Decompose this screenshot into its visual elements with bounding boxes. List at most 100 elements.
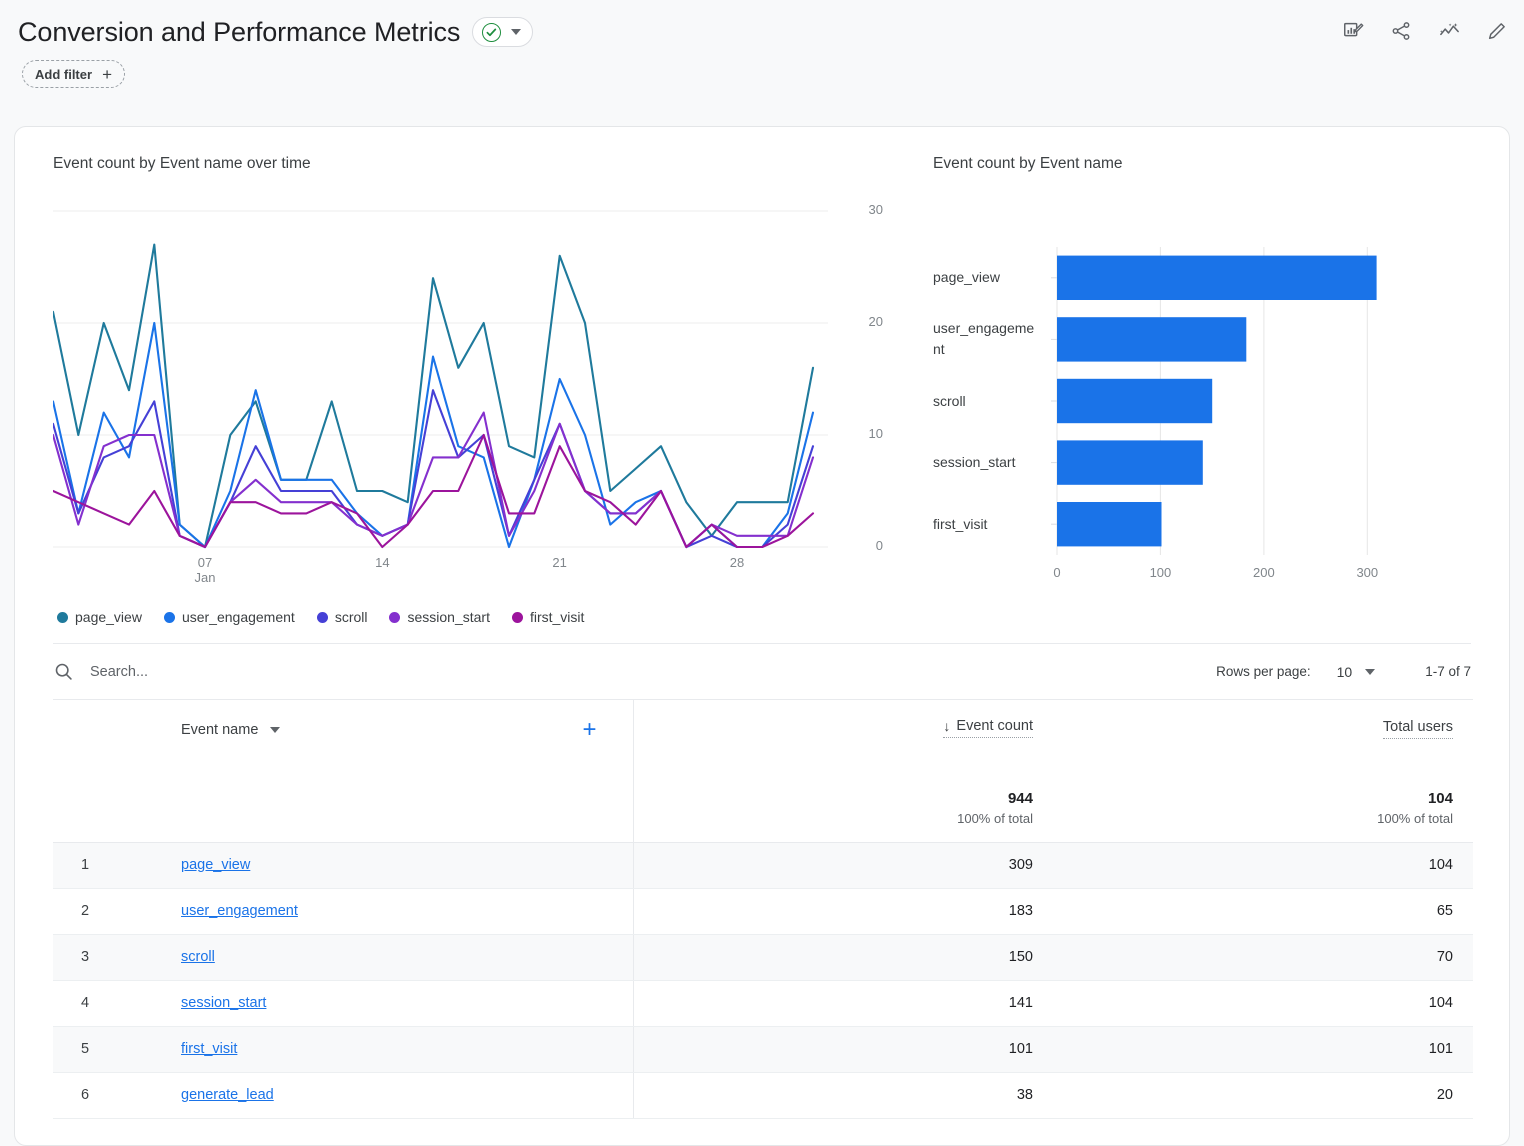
line-chart-svg xyxy=(53,195,883,595)
total-total-users: 104 xyxy=(1053,790,1473,807)
row-index: 3 xyxy=(53,934,181,980)
totals-dimension-cell xyxy=(181,790,633,843)
page-header: Conversion and Performance Metrics Add f… xyxy=(0,0,1524,104)
row-total-users: 104 xyxy=(1053,980,1473,1026)
status-badge[interactable] xyxy=(472,17,533,47)
chevron-down-icon[interactable] xyxy=(511,29,521,35)
header-index-cell xyxy=(53,700,181,790)
header-metric-total-users: Total users xyxy=(1053,700,1473,790)
metric-sort-total-users[interactable]: Total users xyxy=(1383,719,1453,739)
table-row[interactable]: 1page_view309104 xyxy=(53,842,1473,888)
row-total-users: 101 xyxy=(1053,1026,1473,1072)
y-axis-tick-20: 20 xyxy=(849,314,883,329)
add-column-button[interactable]: + xyxy=(582,718,596,742)
table-row[interactable]: 5first_visit101101 xyxy=(53,1026,1473,1072)
legend-item-user_engagement[interactable]: user_engagement xyxy=(164,609,295,625)
y-axis-tick-10: 10 xyxy=(849,426,883,441)
bar-x-tick-100: 100 xyxy=(1140,565,1180,580)
insights-icon[interactable] xyxy=(1436,18,1462,44)
add-filter-button[interactable]: Add filter + xyxy=(22,60,125,88)
legend-color-dot xyxy=(317,612,328,623)
y-axis-tick-0: 0 xyxy=(849,538,883,553)
plus-icon: + xyxy=(102,66,112,83)
bar-x-tick-300: 300 xyxy=(1347,565,1387,580)
table-row[interactable]: 4session_start141104 xyxy=(53,980,1473,1026)
share-icon[interactable] xyxy=(1388,18,1414,44)
x-axis-tick-07: 07Jan xyxy=(185,555,225,585)
row-event-name-cell: generate_lead xyxy=(181,1072,633,1118)
metric-label-total-users: Total users xyxy=(1383,719,1453,735)
event-name-link[interactable]: user_engagement xyxy=(181,903,298,919)
search-box[interactable] xyxy=(53,661,1216,682)
table-row[interactable]: 6generate_lead3820 xyxy=(53,1072,1473,1118)
legend-color-dot xyxy=(512,612,523,623)
dimension-label: Event name xyxy=(181,722,258,738)
metric-sort-event-count[interactable]: ↓ Event count xyxy=(943,718,1033,738)
bar-category-first_visit: first_visit xyxy=(933,514,1055,535)
legend-item-first_visit[interactable]: first_visit xyxy=(512,609,584,625)
legend-color-dot xyxy=(164,612,175,623)
total-event-count-subtext: 100% of total xyxy=(634,807,1054,826)
dimension-selector[interactable]: Event name xyxy=(181,722,280,738)
row-event-name-cell: first_visit xyxy=(181,1026,633,1072)
legend-label: user_engagement xyxy=(182,609,295,625)
pagination-controls: Rows per page: 10 1-7 of 7 xyxy=(1216,664,1471,680)
header-actions xyxy=(1340,18,1510,44)
chevron-down-icon[interactable] xyxy=(1365,669,1375,675)
total-event-count: 944 xyxy=(634,790,1054,807)
bar-chart-title: Event count by Event name xyxy=(933,155,1473,173)
total-total-users-subtext: 100% of total xyxy=(1053,807,1473,826)
x-axis-tick-28: 28 xyxy=(717,555,757,570)
metric-label-event-count: Event count xyxy=(956,718,1033,734)
events-table: Event name + ↓ Event count Total users xyxy=(53,699,1473,1119)
header-metric-event-count: ↓ Event count xyxy=(633,700,1053,790)
line-chart[interactable]: 302010007Jan142128 xyxy=(53,195,883,595)
legend-color-dot xyxy=(389,612,400,623)
bar-chart-panel: Event count by Event name page_view user_… xyxy=(913,155,1473,625)
legend-label: session_start xyxy=(407,609,489,625)
legend-label: page_view xyxy=(75,609,142,625)
sort-descending-icon: ↓ xyxy=(943,718,950,734)
row-event-name-cell: page_view xyxy=(181,842,633,888)
table-header-row: Event name + ↓ Event count Total users xyxy=(53,700,1473,790)
edit-chart-icon[interactable] xyxy=(1340,18,1366,44)
event-name-link[interactable]: session_start xyxy=(181,995,266,1011)
row-index: 5 xyxy=(53,1026,181,1072)
line-chart-title: Event count by Event name over time xyxy=(53,155,913,173)
totals-total-users-cell: 104 100% of total xyxy=(1053,790,1473,843)
legend-item-session_start[interactable]: session_start xyxy=(389,609,489,625)
row-event-name-cell: scroll xyxy=(181,934,633,980)
totals-index-cell xyxy=(53,790,181,843)
legend-item-page_view[interactable]: page_view xyxy=(57,609,142,625)
row-total-users: 70 xyxy=(1053,934,1473,980)
table-row[interactable]: 2user_engagement 18365 xyxy=(53,888,1473,934)
line-chart-panel: Event count by Event name over time 3020… xyxy=(53,155,913,625)
x-axis-month-label: Jan xyxy=(185,570,225,585)
header-dimension-cell: Event name + xyxy=(181,700,633,790)
event-name-link[interactable]: generate_lead xyxy=(181,1087,274,1103)
report-card: Event count by Event name over time 3020… xyxy=(14,126,1510,1146)
bar-category-page_view: page_view xyxy=(933,267,1055,288)
rows-per-page-value[interactable]: 10 xyxy=(1337,664,1353,680)
row-event-count: 38 xyxy=(633,1072,1053,1118)
row-index: 1 xyxy=(53,842,181,888)
bar-category-user_engagement: user_engagement xyxy=(933,318,1055,360)
bar-chart[interactable]: page_viewuser_engagementscrollsession_st… xyxy=(933,195,1433,595)
event-name-link[interactable]: page_view xyxy=(181,857,250,873)
row-event-count: 309 xyxy=(633,842,1053,888)
event-name-link[interactable]: first_visit xyxy=(181,1041,237,1057)
legend-label: scroll xyxy=(335,609,368,625)
row-event-count: 141 xyxy=(633,980,1053,1026)
table-row[interactable]: 3scroll 15070 xyxy=(53,934,1473,980)
legend-item-scroll[interactable]: scroll xyxy=(317,609,368,625)
row-index: 6 xyxy=(53,1072,181,1118)
chevron-down-icon[interactable] xyxy=(270,727,280,733)
legend-color-dot xyxy=(57,612,68,623)
event-name-link[interactable]: scroll xyxy=(181,949,215,965)
row-event-count: 150 xyxy=(633,934,1053,980)
pencil-edit-icon[interactable] xyxy=(1484,18,1510,44)
search-input[interactable] xyxy=(90,664,490,680)
row-index: 2 xyxy=(53,888,181,934)
row-event-count: 183 xyxy=(633,888,1053,934)
row-total-users: 65 xyxy=(1053,888,1473,934)
